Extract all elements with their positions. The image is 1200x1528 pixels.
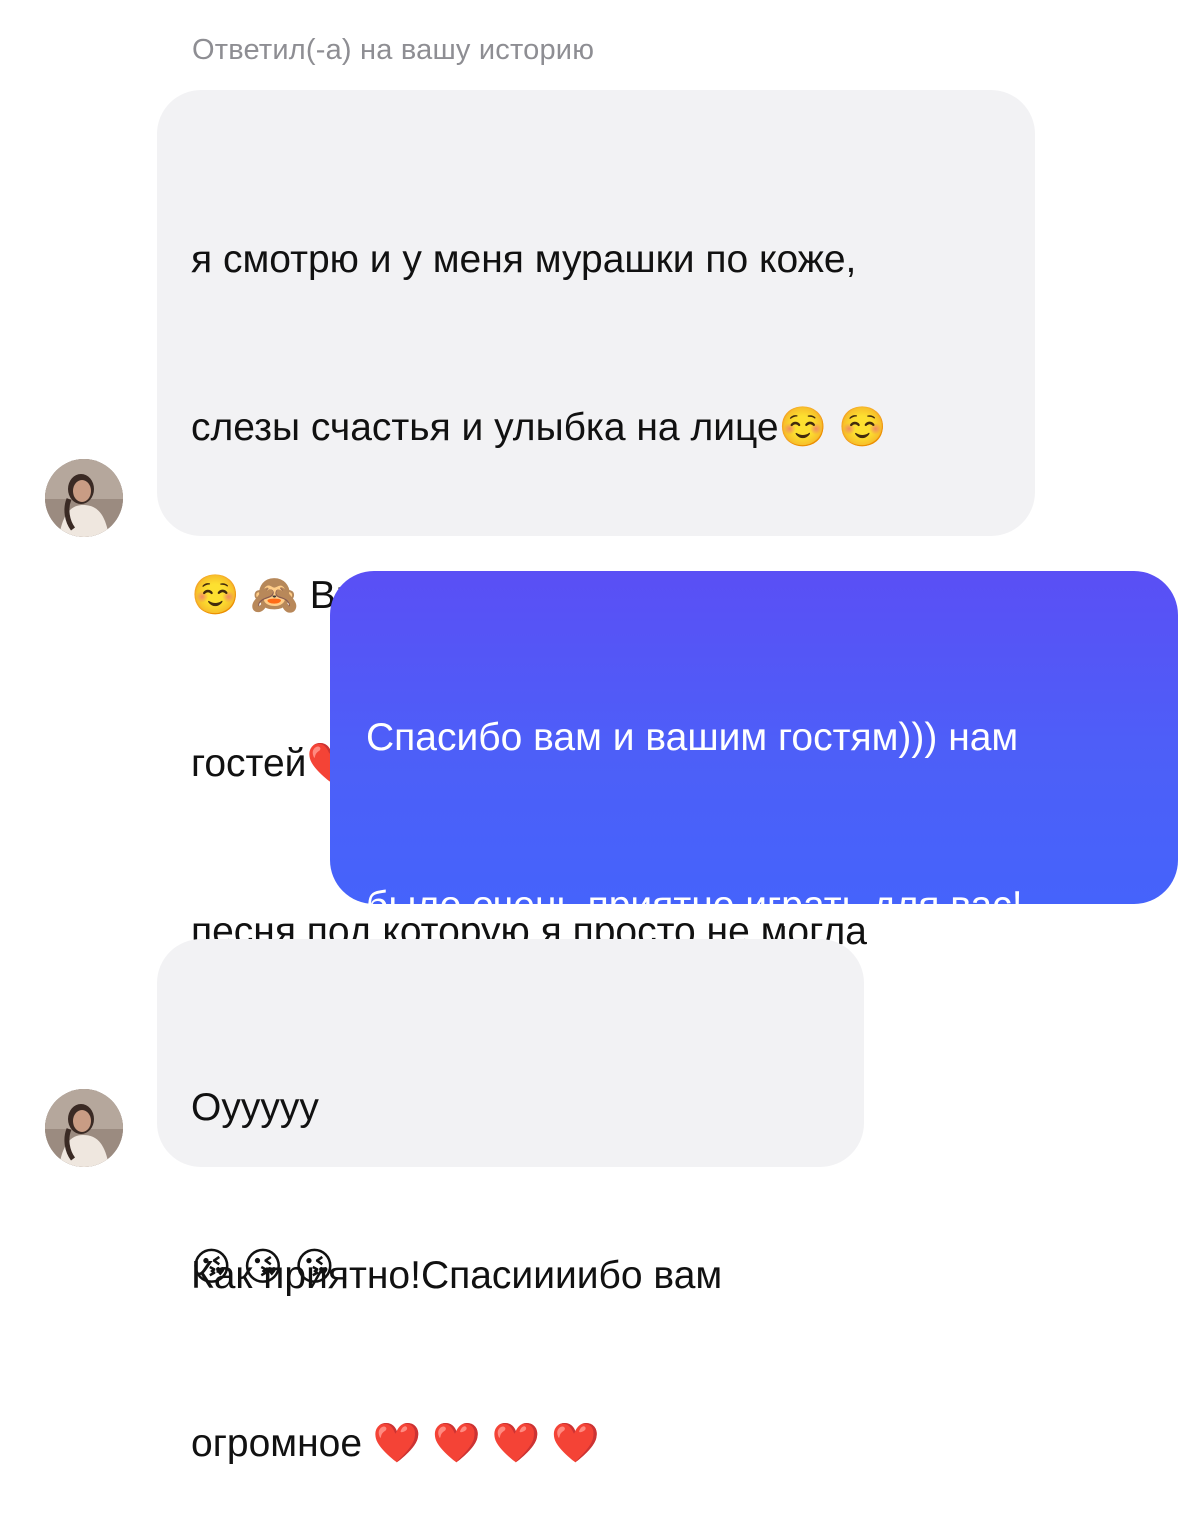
message-text-line: было очень приятно играть для вас! (366, 884, 1023, 927)
message-text-line: я смотрю и у меня мурашки по коже, (191, 238, 857, 281)
avatar-photo (45, 1089, 123, 1167)
avatar-photo (45, 459, 123, 537)
message-text-line: Спасибо вам и вашим гостям))) нам (366, 716, 1019, 759)
message-text-line: слезы счастья и улыбка на лице☺️ ☺️ (191, 406, 887, 449)
story-reply-label: Ответил(-а) на вашу историю (192, 34, 595, 66)
message-bubble-incoming[interactable]: я смотрю и у меня мурашки по коже, слезы… (157, 90, 1035, 1289)
message-text-line: Как приятно!Спасиииибо вам (191, 1254, 723, 1297)
message-text-line: Оууууу (191, 1086, 319, 1129)
avatar[interactable] (45, 459, 123, 537)
message-bubble-outgoing[interactable]: Спасибо вам и вашим гостям))) нам было о… (330, 571, 1178, 1431)
avatar[interactable] (45, 1089, 123, 1167)
message-bubble-incoming[interactable]: Оууууу Как приятно!Спасиииибо вам огромн… (157, 939, 864, 1465)
message-text-line: огромное ❤️ ❤️ ❤️ ❤️ (191, 1422, 600, 1465)
